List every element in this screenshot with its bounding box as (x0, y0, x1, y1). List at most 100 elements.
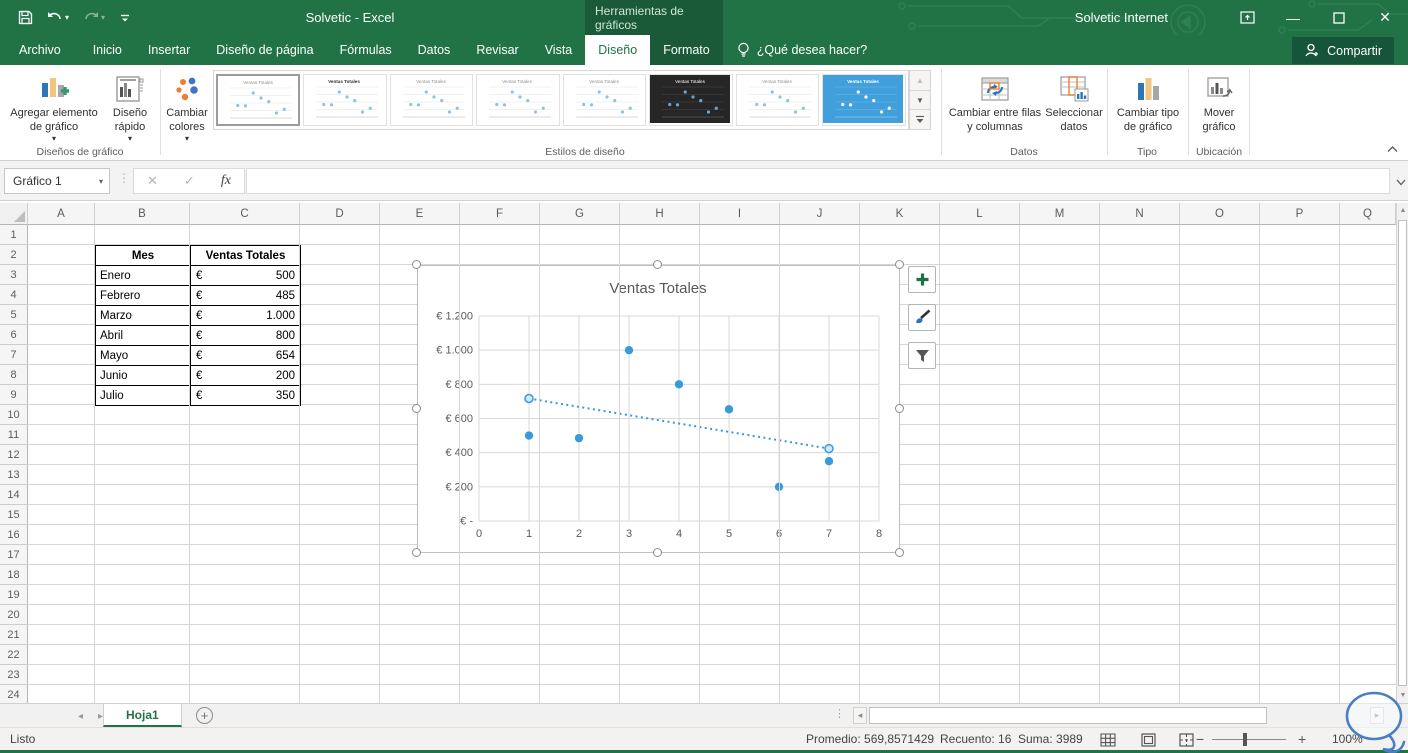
chart-resize-handle[interactable] (895, 404, 904, 413)
tab-vista[interactable]: Vista (532, 35, 586, 65)
scroll-left-icon[interactable]: ◂ (853, 707, 867, 724)
change-chart-type-button[interactable]: Cambiar tipo de gráfico (1110, 69, 1186, 143)
chart-resize-handle[interactable] (653, 548, 662, 557)
column-header-Q[interactable]: Q (1340, 203, 1396, 225)
row-header-24[interactable]: 24 (0, 685, 28, 703)
cell-mes[interactable]: Enero (96, 266, 191, 286)
row-header-6[interactable]: 6 (0, 325, 28, 345)
chart-object[interactable]: Ventas Totales012345678€ 1.200€ 1.000€ 8… (417, 265, 900, 553)
chart-resize-handle[interactable] (895, 548, 904, 557)
cell-mes[interactable]: Abril (96, 326, 191, 346)
chart-style-thumbnail-5[interactable]: Ventas Totales (562, 74, 647, 126)
tab-inicio[interactable]: Inicio (80, 35, 135, 65)
sheet-nav-prev-icon[interactable]: ◂ (78, 704, 83, 728)
vertical-scroll-thumb[interactable] (1398, 220, 1407, 686)
column-header-K[interactable]: K (860, 203, 940, 225)
move-chart-button[interactable]: Mover gráfico (1191, 69, 1247, 143)
gallery-scroll-down-button[interactable]: ▼ (909, 90, 931, 111)
chart-resize-handle[interactable] (412, 548, 421, 557)
name-box[interactable]: Gráfico 1 ▾ (4, 168, 110, 194)
tab-formato[interactable]: Formato (650, 35, 723, 65)
chart-style-thumbnail-1[interactable]: Ventas Totales (216, 74, 300, 126)
confirm-entry-icon[interactable]: ✓ (184, 173, 195, 189)
cancel-entry-icon[interactable]: ✕ (147, 173, 158, 189)
quick-layout-button[interactable]: Diseño rápido ▾ (104, 69, 156, 143)
column-header-F[interactable]: F (460, 203, 540, 225)
customize-qat-button[interactable] (119, 12, 131, 24)
chart-resize-handle[interactable] (412, 404, 421, 413)
row-header-22[interactable]: 22 (0, 645, 28, 665)
scroll-down-icon[interactable]: ▼ (1397, 688, 1408, 703)
new-sheet-button[interactable]: + (196, 707, 213, 724)
row-header-4[interactable]: 4 (0, 285, 28, 305)
chart-styles-button[interactable] (908, 304, 936, 331)
row-header-11[interactable]: 11 (0, 425, 28, 445)
undo-caret-icon[interactable]: ▾ (65, 13, 69, 22)
insert-function-button[interactable]: fx (221, 173, 231, 189)
column-header-J[interactable]: J (780, 203, 860, 225)
cell-mes[interactable]: Mayo (96, 346, 191, 366)
column-header-P[interactable]: P (1260, 203, 1340, 225)
worksheet-grid[interactable]: ABCDEFGHIJKLMNOPQ 1 2 3 4 5 6 7 8 9 10 11 12 13 14 15 1… (0, 203, 1408, 703)
tab-datos[interactable]: Datos (405, 35, 464, 65)
page-break-view-button[interactable] (1174, 731, 1198, 749)
formula-bar-handle[interactable]: ⋮ (118, 171, 130, 185)
row-header-15[interactable]: 15 (0, 505, 28, 525)
scroll-right-icon[interactable]: ▸ (1370, 707, 1384, 724)
zoom-in-button[interactable]: + (1298, 731, 1306, 747)
collapse-ribbon-button[interactable] (1384, 142, 1400, 156)
tab-diseno-de-pagina[interactable]: Diseño de página (203, 35, 326, 65)
formula-input[interactable] (246, 168, 1390, 194)
horizontal-scrollbar[interactable]: ◂ ▸ (853, 706, 1386, 725)
column-header-H[interactable]: H (620, 203, 700, 225)
row-header-23[interactable]: 23 (0, 665, 28, 685)
table-header-ventas[interactable]: Ventas Totales (191, 246, 301, 266)
column-header-C[interactable]: C (190, 203, 300, 225)
page-layout-view-button[interactable] (1136, 731, 1160, 749)
tab-insertar[interactable]: Insertar (135, 35, 203, 65)
row-header-3[interactable]: 3 (0, 265, 28, 285)
chart-style-thumbnail-2[interactable]: Ventas Totales (303, 74, 387, 126)
select-all-corner[interactable] (0, 203, 28, 225)
row-header-2[interactable]: 2 (0, 245, 28, 265)
chart-style-thumbnail-8[interactable]: Ventas Totales (822, 74, 907, 126)
vertical-scrollbar[interactable]: ▲ ▼ (1396, 203, 1408, 703)
scroll-up-icon[interactable]: ▲ (1397, 203, 1408, 218)
tell-me-box[interactable]: ¿Qué desea hacer? (737, 35, 867, 65)
row-header-12[interactable]: 12 (0, 445, 28, 465)
select-data-button[interactable]: Seleccionar datos (1043, 69, 1105, 143)
row-header-19[interactable]: 19 (0, 585, 28, 605)
column-header-A[interactable]: A (28, 203, 95, 225)
status-sum[interactable]: Suma: 3989 (1018, 732, 1083, 746)
ribbon-display-options-button[interactable] (1224, 0, 1270, 35)
table-header-mes[interactable]: Mes (96, 246, 191, 266)
tab-revisar[interactable]: Revisar (463, 35, 531, 65)
chart-style-thumbnail-7[interactable]: Ventas Totales (735, 74, 820, 126)
redo-button[interactable]: ▾ (83, 11, 105, 25)
row-header-7[interactable]: 7 (0, 345, 28, 365)
column-header-L[interactable]: L (940, 203, 1020, 225)
zoom-out-button[interactable]: − (1196, 731, 1204, 747)
column-header-G[interactable]: G (540, 203, 620, 225)
cell-mes[interactable]: Junio (96, 366, 191, 386)
row-header-14[interactable]: 14 (0, 485, 28, 505)
sheet-tab-hoja1[interactable]: Hoja1 (103, 704, 182, 727)
chart-style-thumbnail-4[interactable]: Ventas Totales (476, 74, 560, 126)
row-header-1[interactable]: 1 (0, 225, 28, 245)
column-header-M[interactable]: M (1020, 203, 1100, 225)
column-header-D[interactable]: D (300, 203, 380, 225)
status-count[interactable]: Recuento: 16 (940, 732, 1011, 746)
gallery-more-button[interactable] (909, 110, 931, 131)
undo-button[interactable]: ▾ (47, 11, 69, 25)
cell-ventas[interactable]: €350 (191, 386, 301, 406)
formula-bar-expand-icon[interactable] (1396, 173, 1406, 191)
chart-style-thumbnail-3[interactable]: Ventas Totales (389, 74, 474, 126)
row-header-5[interactable]: 5 (0, 305, 28, 325)
account-name[interactable]: Solvetic Internet (1075, 0, 1168, 35)
row-header-9[interactable]: 9 (0, 385, 28, 405)
cell-mes[interactable]: Marzo (96, 306, 191, 326)
row-header-8[interactable]: 8 (0, 365, 28, 385)
row-header-13[interactable]: 13 (0, 465, 28, 485)
chart-style-thumbnail-6[interactable]: Ventas Totales (649, 74, 733, 126)
column-header-B[interactable]: B (95, 203, 190, 225)
